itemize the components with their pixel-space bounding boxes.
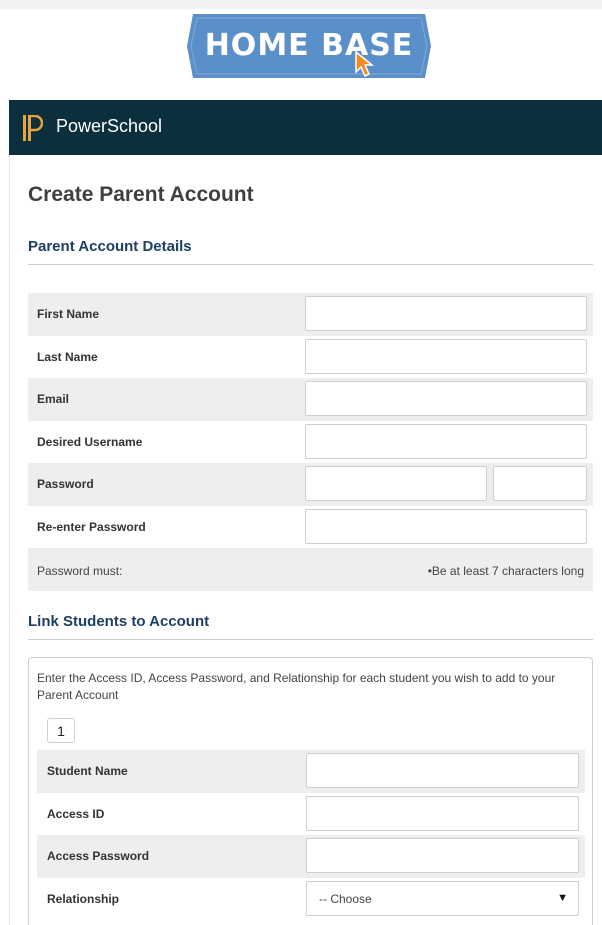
password-strength-box xyxy=(493,466,587,501)
first-name-input[interactable] xyxy=(305,296,587,331)
password-rule-length: •Be at least 7 characters long xyxy=(427,564,584,578)
access-id-input[interactable] xyxy=(306,795,579,831)
username-label: Desired Username xyxy=(37,434,143,449)
student-name-row: Student Name xyxy=(37,750,585,793)
link-students-divider xyxy=(28,639,593,640)
password-input[interactable] xyxy=(305,466,487,501)
username-input[interactable] xyxy=(305,423,587,459)
username-row: Desired Username xyxy=(28,421,593,464)
powerschool-p-icon xyxy=(23,115,43,141)
parent-details-form: First Name Last Name Email Desired Usern… xyxy=(28,293,593,591)
student-form: Student Name Access ID Access Password R… xyxy=(37,750,585,920)
first-name-label: First Name xyxy=(37,307,100,321)
powerschool-header: PowerSchool xyxy=(9,100,602,155)
access-id-row: Access ID xyxy=(37,793,585,836)
password-rules-label: Password must: xyxy=(37,564,123,578)
student-name-input[interactable] xyxy=(306,753,579,788)
home-base-wordmark: HOME BASE xyxy=(204,27,414,63)
parent-details-heading: Parent Account Details xyxy=(28,238,192,255)
student-instructions: Enter the Access ID, Access Password, an… xyxy=(37,671,556,702)
email-row: Email xyxy=(28,378,593,421)
password-confirm-input[interactable] xyxy=(305,508,587,544)
student-tab-1[interactable]: 1 xyxy=(47,718,75,743)
powerschool-brand: PowerSchool xyxy=(56,116,163,136)
top-strip xyxy=(0,0,602,9)
cursor-arrow-icon xyxy=(355,50,375,78)
home-base-logo: HOME BASE xyxy=(187,14,431,78)
access-password-input[interactable] xyxy=(306,838,579,873)
parent-details-divider xyxy=(28,264,593,265)
relationship-selected-value: -- Choose xyxy=(319,891,372,906)
password-confirm-label: Re-enter Password xyxy=(37,519,146,534)
relationship-row: Relationship -- Choose ▼ xyxy=(37,878,585,921)
caret-down-icon: ▼ xyxy=(557,891,568,904)
password-rules-row: Password must: •Be at least 7 characters… xyxy=(28,548,593,591)
first-name-row: First Name xyxy=(28,293,593,336)
email-input[interactable] xyxy=(305,381,587,416)
access-id-label: Access ID xyxy=(47,806,105,821)
student-name-label: Student Name xyxy=(47,764,128,778)
password-row: Password xyxy=(28,463,593,506)
relationship-select[interactable]: -- Choose ▼ xyxy=(306,880,579,916)
last-name-input[interactable] xyxy=(305,338,587,374)
link-students-heading: Link Students to Account xyxy=(28,613,210,630)
access-password-row: Access Password xyxy=(37,835,585,878)
access-password-label: Access Password xyxy=(47,849,150,863)
relationship-label: Relationship xyxy=(47,891,120,906)
last-name-label: Last Name xyxy=(37,349,98,364)
page-title: Create Parent Account xyxy=(28,183,254,206)
last-name-row: Last Name xyxy=(28,336,593,379)
email-label: Email xyxy=(37,392,70,406)
password-label: Password xyxy=(37,477,94,491)
password-confirm-row: Re-enter Password xyxy=(28,506,593,549)
student-panel: Enter the Access ID, Access Password, an… xyxy=(28,657,593,925)
